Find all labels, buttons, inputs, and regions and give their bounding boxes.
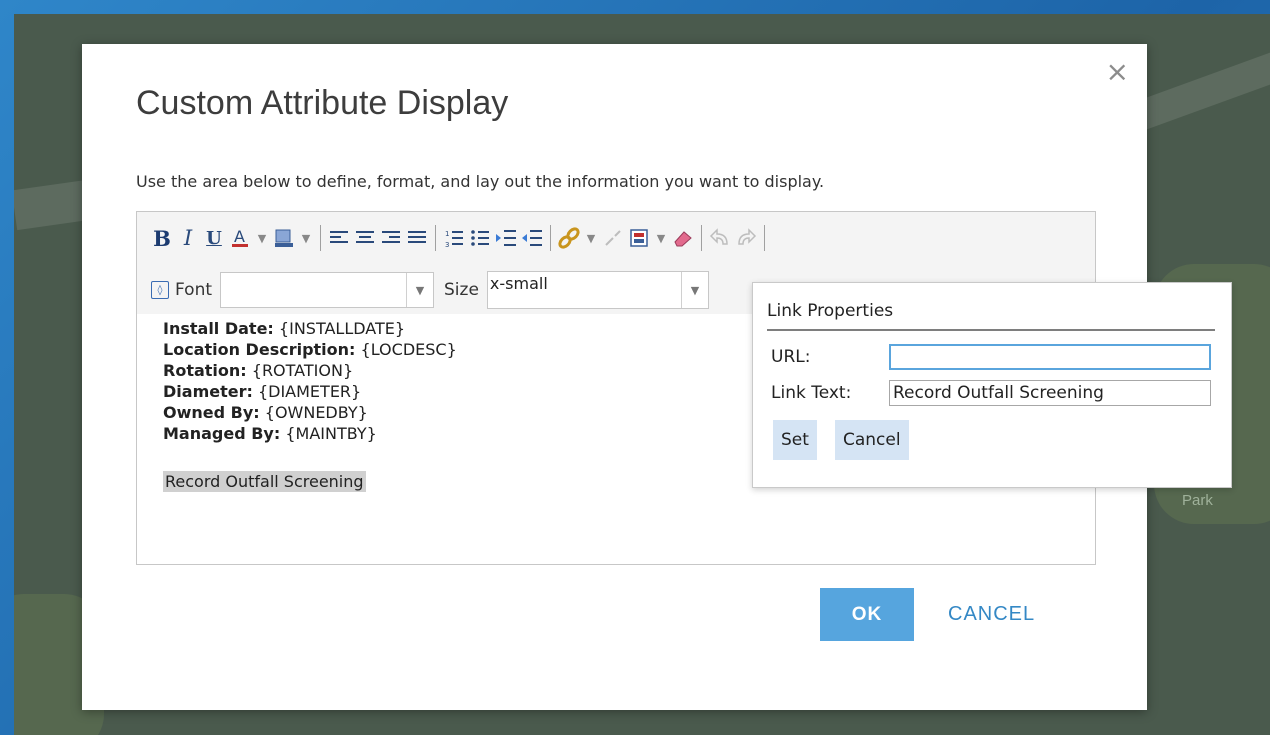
cancel-button[interactable]: CANCEL: [948, 588, 1035, 641]
font-select[interactable]: ▼: [220, 272, 435, 308]
outdent-icon[interactable]: [519, 224, 545, 252]
font-select-value: [221, 273, 406, 307]
chevron-down-icon[interactable]: ▼: [406, 273, 433, 307]
toolbar-separator: [764, 225, 765, 251]
selected-link-text[interactable]: Record Outfall Screening: [163, 471, 366, 492]
field-token: {ROTATION}: [246, 361, 354, 380]
field-token: {INSTALLDATE}: [273, 319, 406, 338]
ok-button[interactable]: OK: [820, 588, 914, 641]
undo-icon[interactable]: [707, 224, 733, 252]
toolbar-separator: [320, 225, 321, 251]
close-icon[interactable]: ×: [1106, 58, 1129, 86]
underline-icon[interactable]: U: [201, 224, 227, 252]
redo-icon[interactable]: [733, 224, 759, 252]
field-label: Install Date:: [163, 319, 274, 338]
dialog-description: Use the area below to define, format, an…: [136, 172, 825, 191]
content-row: Location Description: {LOCDESC}: [163, 339, 457, 360]
content-row: Managed By: {MAINTBY}: [163, 423, 457, 444]
font-color-dropdown-icon[interactable]: ▼: [253, 224, 271, 252]
popup-cancel-button[interactable]: Cancel: [835, 420, 909, 460]
svg-text:1: 1: [445, 230, 449, 238]
toolbar-separator: [701, 225, 702, 251]
field-label: Rotation:: [163, 361, 247, 380]
set-button[interactable]: Set: [773, 420, 817, 460]
dialog-title: Custom Attribute Display: [136, 84, 509, 122]
link-properties-popup: Link Properties URL: Link Text: Set Canc…: [752, 282, 1232, 488]
insert-field-icon[interactable]: [626, 224, 652, 252]
field-token: {OWNEDBY}: [259, 403, 368, 422]
indent-icon[interactable]: [493, 224, 519, 252]
field-label: Managed By:: [163, 424, 281, 443]
numbered-list-icon[interactable]: 13: [441, 224, 467, 252]
svg-text:A: A: [234, 227, 245, 246]
highlight-dropdown-icon[interactable]: ▼: [297, 224, 315, 252]
chevron-down-icon[interactable]: ▼: [680, 272, 708, 308]
eraser-icon[interactable]: [670, 224, 696, 252]
content-row: Diameter: {DIAMETER}: [163, 381, 457, 402]
align-center-icon[interactable]: [352, 224, 378, 252]
highlight-color-icon[interactable]: [271, 224, 297, 252]
insert-field-dropdown-icon[interactable]: ▼: [652, 224, 670, 252]
italic-icon[interactable]: I: [175, 224, 201, 252]
url-input[interactable]: [889, 344, 1211, 370]
size-label: Size: [444, 280, 479, 300]
field-label: Location Description:: [163, 340, 356, 359]
font-label: Font: [175, 280, 213, 300]
editor-content[interactable]: Install Date: {INSTALLDATE} Location Des…: [163, 318, 457, 492]
field-label: Owned By:: [163, 403, 260, 422]
toolbar-separator: [550, 225, 551, 251]
view-source-icon[interactable]: ◊: [151, 281, 169, 299]
svg-text:3: 3: [445, 241, 449, 248]
map-park-label: Park: [1182, 492, 1213, 509]
size-select[interactable]: x-small ▼: [486, 271, 709, 309]
url-label: URL:: [771, 347, 811, 367]
field-token: {MAINTBY}: [280, 424, 377, 443]
field-token: {DIAMETER}: [252, 382, 362, 401]
link-text-input[interactable]: [889, 380, 1211, 406]
link-text-label: Link Text:: [771, 383, 852, 403]
content-row: Install Date: {INSTALLDATE}: [163, 318, 457, 339]
size-select-value: x-small: [489, 274, 548, 293]
content-row: Rotation: {ROTATION}: [163, 360, 457, 381]
field-label: Diameter:: [163, 382, 253, 401]
align-left-icon[interactable]: [326, 224, 352, 252]
bulleted-list-icon[interactable]: [467, 224, 493, 252]
font-color-icon[interactable]: A: [227, 224, 253, 252]
link-dropdown-icon[interactable]: ▼: [582, 224, 600, 252]
link-icon[interactable]: [556, 224, 582, 252]
field-token: {LOCDESC}: [355, 340, 457, 359]
link-properties-title: Link Properties: [767, 301, 1215, 331]
bold-icon[interactable]: B: [149, 224, 175, 252]
align-right-icon[interactable]: [378, 224, 404, 252]
justify-icon[interactable]: [404, 224, 430, 252]
unlink-icon[interactable]: [600, 224, 626, 252]
toolbar-separator: [435, 225, 436, 251]
content-row: Owned By: {OWNEDBY}: [163, 402, 457, 423]
